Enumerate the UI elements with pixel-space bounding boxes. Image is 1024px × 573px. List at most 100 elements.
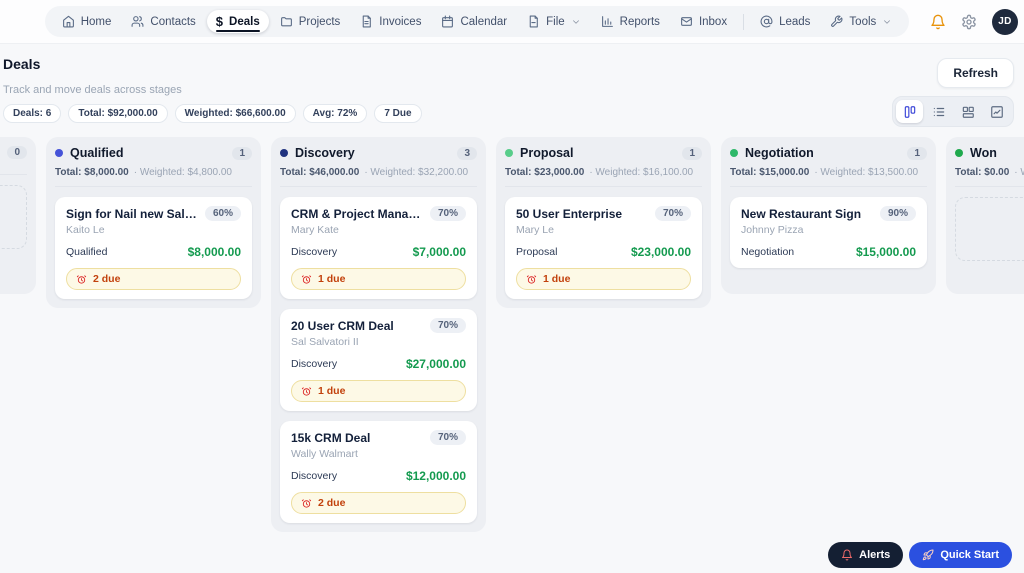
kanban-column-partial: 0 xyxy=(0,137,36,294)
nav-item-label: Projects xyxy=(298,15,341,28)
probability-badge: 90% xyxy=(879,206,916,221)
column-count-badge: 0 xyxy=(7,146,27,159)
deal-stage: Discovery xyxy=(291,470,338,482)
deal-stage-amount-row: Discovery $12,000.00 xyxy=(291,469,466,483)
file-icon xyxy=(527,15,540,28)
probability-badge: 70% xyxy=(654,206,691,221)
column-totals: Total: $8,000.00 · Weighted: $4,800.00 xyxy=(55,167,252,187)
empty-drop-zone[interactable] xyxy=(0,185,27,249)
probability-badge: 70% xyxy=(429,206,466,221)
chart-view-icon xyxy=(990,105,1004,119)
deal-title: 20 User CRM Deal xyxy=(291,318,394,333)
calendar-icon xyxy=(441,15,454,28)
deal-stage: Discovery xyxy=(291,246,338,258)
alarm-clock-icon xyxy=(301,274,312,285)
alarm-clock-icon xyxy=(76,274,87,285)
nav-item-label: Tools xyxy=(849,15,877,28)
deal-contact: Mary Kate xyxy=(291,224,339,236)
nav-item-invoices[interactable]: Invoices xyxy=(351,10,430,33)
deal-amount: $23,000.00 xyxy=(630,245,691,259)
kanban-column-proposal: Proposal 1 Total: $23,000.00 · Weighted: $1… xyxy=(496,137,711,308)
deal-card[interactable]: New Restaurant Sign 90% Johnny Pizza Negoti… xyxy=(730,197,927,268)
nav-item-label: Calendar xyxy=(460,15,508,28)
nav-item-contacts[interactable]: Contacts xyxy=(122,10,204,33)
page-title: Deals xyxy=(3,56,41,72)
deal-card[interactable]: 20 User CRM Deal 70% Sal Salvatori II Disco… xyxy=(280,309,477,411)
alarm-clock-icon xyxy=(526,274,537,285)
deal-stage: Negotiation xyxy=(741,246,795,258)
column-name: Qualified xyxy=(70,146,124,160)
deal-card[interactable]: Sign for Nail new Salon 60% Kaito Le Qualif… xyxy=(55,197,252,299)
deal-card[interactable]: CRM & Project Managem... 70% Mary Kate Disc… xyxy=(280,197,477,299)
nav-item-deals[interactable]: $ Deals xyxy=(206,10,269,33)
deal-stage-amount-row: Discovery $27,000.00 xyxy=(291,357,466,371)
wrench-icon xyxy=(830,15,843,28)
due-tasks-badge: 2 due xyxy=(291,492,466,514)
nav-item-tools[interactable]: Tools xyxy=(821,10,901,33)
due-tasks-badge: 1 due xyxy=(516,268,691,290)
view-cards-button[interactable] xyxy=(954,100,981,123)
kanban-board: 0 Qualified 1 Total: $8,000.00 · Weighted: $… xyxy=(0,137,1024,532)
deal-title: Sign for Nail new Salon xyxy=(66,206,199,221)
deal-card-header: 50 User Enterprise 70% xyxy=(516,206,691,221)
nav-divider xyxy=(743,13,745,30)
topbar-right-actions: JD xyxy=(930,8,1018,35)
stat-badge: Deals: 6 xyxy=(3,104,62,123)
nav-item-leads[interactable]: Leads xyxy=(751,10,819,33)
deal-stage-amount-row: Negotiation $15,000.00 xyxy=(741,245,916,259)
column-count-badge: 1 xyxy=(907,146,927,160)
column-totals: Total: $23,000.00 · Weighted: $16,100.00 xyxy=(505,167,702,187)
column-count-badge: 1 xyxy=(232,146,252,160)
deal-title: CRM & Project Managem... xyxy=(291,206,424,221)
deal-amount: $27,000.00 xyxy=(405,357,466,371)
home-icon xyxy=(62,15,75,28)
nav-item-file[interactable]: File xyxy=(518,10,590,33)
deal-contact: Mary Le xyxy=(516,224,554,236)
deal-card-header: 20 User CRM Deal 70% xyxy=(291,318,466,333)
deals-page: Deals Track and move deals across stages… xyxy=(0,44,1024,532)
user-avatar[interactable]: JD xyxy=(992,8,1018,35)
kanban-column-discovery: Discovery 3 Total: $46,000.00 · Weighted: $… xyxy=(271,137,486,532)
nav-item-projects[interactable]: Projects xyxy=(271,10,350,33)
header-controls: Refresh xyxy=(892,58,1014,127)
nav-item-reports[interactable]: Reports xyxy=(592,10,669,33)
deal-contact: Kaito Le xyxy=(66,224,105,236)
column-header: Qualified 1 xyxy=(55,146,252,160)
due-tasks-badge: 1 due xyxy=(291,380,466,402)
kanban-column-won: Won Total: $0.00· Weighted: $0.00 xyxy=(946,137,1024,294)
column-name: Negotiation xyxy=(745,146,814,160)
deal-title: 50 User Enterprise xyxy=(516,206,623,221)
at-icon xyxy=(760,15,773,28)
nav-item-home[interactable]: Home xyxy=(53,10,121,33)
reports-icon xyxy=(601,15,614,28)
view-toggle-group xyxy=(892,96,1014,127)
nav-item-inbox[interactable]: Inbox xyxy=(671,10,736,33)
page-subtitle: Track and move deals across stages xyxy=(3,84,182,96)
quick-start-button[interactable]: Quick Start xyxy=(909,542,1012,568)
view-list-button[interactable] xyxy=(925,100,952,123)
settings-gear-icon[interactable] xyxy=(961,14,977,30)
view-chart-button[interactable] xyxy=(983,100,1010,123)
deal-card[interactable]: 50 User Enterprise 70% Mary Le Proposal $23,… xyxy=(505,197,702,299)
notifications-bell-icon[interactable] xyxy=(930,14,946,30)
invoice-icon xyxy=(360,15,373,28)
view-kanban-button[interactable] xyxy=(896,100,923,123)
nav-item-calendar[interactable]: Calendar xyxy=(432,10,516,33)
deal-title: 15k CRM Deal xyxy=(291,430,371,445)
main-nav: Home Contacts $ Deals Projects Invoices Calend… xyxy=(44,6,910,37)
column-header: Discovery 3 xyxy=(280,146,477,160)
deal-stage: Proposal xyxy=(516,246,558,258)
deal-card[interactable]: 15k CRM Deal 70% Wally Walmart Discovery $12… xyxy=(280,421,477,523)
refresh-button[interactable]: Refresh xyxy=(937,58,1014,88)
column-header: Proposal 1 xyxy=(505,146,702,160)
nav-item-label: Home xyxy=(80,15,112,28)
nav-item-label: Invoices xyxy=(379,15,422,28)
dollar-icon: $ xyxy=(215,14,224,29)
stage-dot xyxy=(280,149,288,157)
alarm-clock-icon xyxy=(301,386,312,397)
stat-badge: Avg: 72% xyxy=(302,104,368,123)
deal-contact: Sal Salvatori II xyxy=(291,336,359,348)
alerts-button[interactable]: Alerts xyxy=(828,542,904,568)
deal-stats-row: Deals: 6 Total: $92,000.00 Weighted: $66,6… xyxy=(3,104,1014,123)
empty-drop-zone[interactable] xyxy=(955,197,1024,261)
